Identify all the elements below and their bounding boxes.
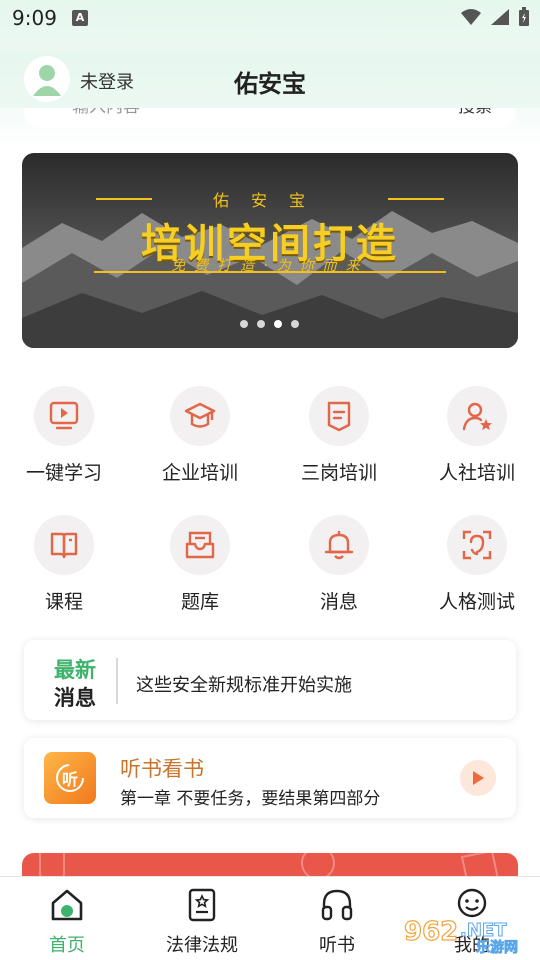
face-scan-icon	[447, 515, 507, 575]
battery-icon	[519, 7, 529, 26]
banner-brand-text: 佑安宝	[212, 191, 327, 210]
grid-label: 三岗培训	[300, 462, 377, 484]
banner-carousel[interactable]: 佑安宝 培训空间打造 免费打造·为你而来	[22, 153, 518, 348]
grid-label: 消息	[319, 591, 358, 613]
play-icon	[473, 771, 484, 785]
grid-item-personality-test[interactable]: 人格测试	[422, 515, 532, 614]
document-icon	[309, 386, 369, 446]
notification-icon: A	[72, 10, 88, 26]
law-document-icon	[188, 888, 216, 922]
carousel-dot[interactable]	[291, 320, 299, 328]
audiobook-title: 听书看书	[120, 757, 204, 781]
grid-item-courses[interactable]: 课程	[9, 515, 119, 614]
status-bar: 9:09 A	[0, 0, 540, 36]
audiobook-icon: 听	[44, 752, 96, 804]
grid-item-three-post-training[interactable]: 三岗培训	[284, 386, 394, 485]
carousel-dot[interactable]	[240, 320, 248, 328]
watermark-962: 962	[404, 917, 458, 947]
carousel-dot-active[interactable]	[274, 320, 282, 328]
page-title: 佑安宝	[234, 70, 306, 98]
grid-label: 一键学习	[25, 462, 102, 484]
user-star-icon	[447, 386, 507, 446]
inbox-icon	[170, 515, 230, 575]
news-badge-message: 消息	[54, 686, 96, 710]
latest-news-card[interactable]: 最新 消息 这些安全新规标准开始实施	[24, 640, 516, 720]
graduation-cap-icon	[170, 386, 230, 446]
tab-label: 首页	[49, 935, 85, 956]
bell-icon	[309, 515, 369, 575]
news-badge-latest: 最新	[54, 658, 96, 682]
grid-item-messages[interactable]: 消息	[284, 515, 394, 614]
tab-law[interactable]: 法律法规	[147, 887, 257, 957]
play-button[interactable]	[460, 760, 496, 796]
audiobook-icon-char: 听	[61, 770, 78, 789]
carousel-indicator	[240, 320, 299, 328]
grid-item-one-click-study[interactable]: 一键学习	[9, 386, 119, 485]
news-headline[interactable]: 这些安全新规标准开始实施	[136, 671, 352, 697]
tab-home[interactable]: 首页	[12, 887, 122, 957]
audiobook-chapter: 第一章 不要任务，要结果第四部分	[120, 789, 381, 809]
tab-audiobook[interactable]: 听书	[282, 887, 392, 957]
carousel-dot[interactable]	[257, 320, 265, 328]
tab-label: 听书	[319, 935, 355, 956]
grid-label: 人社培训	[438, 462, 515, 484]
watermark-cn: 乐游网	[476, 939, 518, 954]
grid-label: 课程	[44, 591, 83, 613]
headphones-icon	[321, 889, 353, 921]
watermark-net: .NET	[460, 920, 507, 941]
status-icons	[460, 7, 530, 27]
home-icon	[51, 889, 83, 921]
grid-item-question-bank[interactable]: 题库	[145, 515, 255, 614]
top-header: 未登录 佑安宝	[0, 52, 540, 108]
grid-item-enterprise-training[interactable]: 企业培训	[145, 386, 255, 485]
audiobook-card[interactable]: 听 听书看书 第一章 不要任务，要结果第四部分	[24, 738, 516, 818]
tab-label: 法律法规	[166, 935, 238, 956]
divider	[116, 658, 118, 704]
banner-decor-line	[94, 271, 446, 273]
grid-label: 人格测试	[438, 591, 515, 613]
wifi-icon	[461, 9, 481, 25]
grid-label: 题库	[180, 591, 219, 613]
status-time: 9:09	[12, 6, 57, 30]
grid-item-social-security-training[interactable]: 人社培训	[422, 386, 532, 485]
watermark-logo: 962 .NET 乐游网	[402, 912, 534, 956]
signal-icon	[491, 9, 509, 25]
play-screen-icon	[34, 386, 94, 446]
grid-label: 企业培训	[161, 462, 238, 484]
book-icon	[34, 515, 94, 575]
